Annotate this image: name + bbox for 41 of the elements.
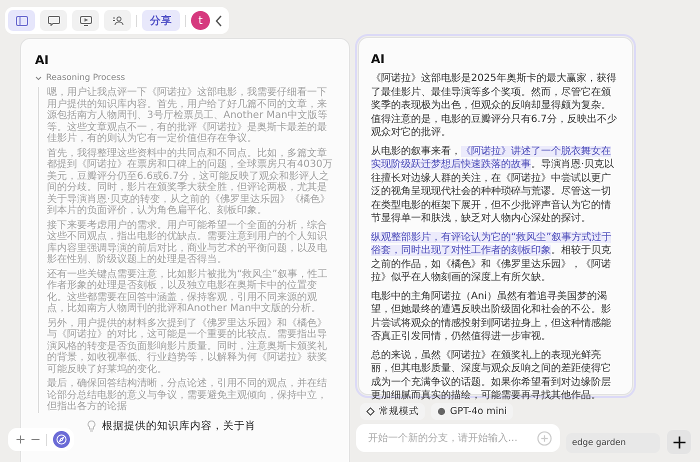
toolbar-button[interactable] [104,10,131,31]
toolbar-button[interactable] [40,10,67,31]
plus-icon [16,435,25,444]
card-title: AI [35,53,50,67]
chevron-icon [35,76,42,80]
mode-chip[interactable]: 常规模式 [360,403,425,420]
branch-input[interactable]: 开始一个新的分支，请开始输入... [356,424,560,452]
add-button[interactable] [667,430,691,454]
diamond-icon [366,407,375,416]
reasoning-paragraph: 最后，确保回答结构清晰，分点论述，引用不同的观点，并在结论部分总结电影的意义与争议，需要避免主观倾向，保持中立，但指出各方的论据 [47,378,328,412]
reasoning-paragraph: 接下来要考虑用户的需求。用户可能希望一个全面的分析，综合这些不同观点，指出电影的优缺点。需要注意到用户的个人知识库内容里强调导演的前后对比，商业与艺术的平衡问题，以及电影在性别、阶级议题上的处理是否得当。 [47,220,328,266]
toolbar-button[interactable] [72,10,99,31]
reasoning-paragraph: 还有一些关键点需要注意，比如影片被批为“救风尘”叙事，性工作者形象的处理是否刻板，以及独立电影在奥斯卡中的位置变化。这些都需要在回答中涵盖，保持客观，引用不同来源的观点，比如南方人物周刊的批评和Another Man中文版的分析。 [47,268,328,314]
answer-paragraph: 从电影的叙事来看，《阿诺拉》讲述了一个脱衣舞女在实现阶级跃迁梦想后快速跌落的故事。导演肖恩·贝克以往擅长对边缘人群的关注，在《阿诺拉》中尝试以更广泛的视角呈现现代社会的种种琐碎与荒谬。尽管这一切在类型电影的框架下展开，但不少批评声音认为它的情节显得单一和肤浅，缺乏对人物内心深处的探讨。 [371,144,616,226]
reasoning-paragraph: 嗯，用户让我点评一下《阿诺拉》这部电影，我需要仔细看一下用户提供的知识库内容。首先，用户给了好几篇不同的文章，来源包括南方人物周刊、3号厅检票员工、Another Man中文版等等。这些文章观点不一，有的批评《阿诺拉》是奥斯卡最差的最佳影片，有的则认为它有一定价值但存在争议。 [47,87,328,144]
people-icon [112,16,124,26]
card-title: AI [371,52,386,66]
answer-paragraph: 《阿诺拉》这部电影是2025年奥斯卡的最大赢家，获得了最佳影片、最佳导演等多个奖项。然而，尽管它在颁奖季的表现极为出色，但观众的反响却显得颇为复杂。值得注意的是，电影的豆瓣评分只有6.7分，反映出不少观众对它的批评。 [371,72,618,140]
answer-paragraph: 电影中的主角阿诺拉（Ani）虽然有着追寻美国梦的渴望，但她最终的遭遇反映出阶级固化和社会的不公。影片尝试将观众的情感投射到阿诺拉身上，但这种情感能否真正引发同情，仍然值得进一步审视。 [371,290,612,344]
plus-icon [672,436,686,448]
sidebar-icon [16,16,28,26]
reasoning-paragraph: 另外，用户提供的材料多次提到了《佛罗里达乐园》和《橘色》与《阿诺拉》的对比，这可能是一个重要的比较点。需要指出导演风格的转变是否负面影响影片质量。同时，注意奥斯卡颁奖礼的背景，如收视率低、行业趋势等，以解释为何《阿诺拉》获奖可能反映了好莱坞的变化。 [47,318,328,375]
model-icon [437,407,446,416]
chevron-left-icon [215,14,223,26]
compass-icon [56,434,67,445]
zoom-in-button[interactable] [16,435,25,444]
answer-paragraph: 纵观整部影片，有评论认为它的“救风尘”叙事方式过于俗套，同时出现了对性工作者的刻板印象。相较于贝克之前的作品，如《橘色》和《佛罗里达乐园》，《阿诺拉》似乎在人物刻画的深度上有所欠缺。 [371,230,612,284]
share-button[interactable]: 分享 [142,10,180,31]
back-button[interactable] [215,14,223,26]
toolbar-button[interactable] [8,10,35,31]
screen-icon [80,16,92,26]
source-chip[interactable]: edge garden [566,433,660,453]
mode-chip[interactable]: GPT-4o mini [431,403,513,420]
reasoning-paragraph: 首先，我得整理这些资料中的共同点和不同点。比如，多篇文章都提到《阿诺拉》在票房和口碑上的问题，全球票房只有4030万美元，豆瓣评分仍至6.6或6.7分，这可能反映了观众和影评人之间的分歧。同时，影片在颁奖季大获全胜，但评论两极，尤其是关于导演肖恩·贝克的转变，从之前的《佛罗里达乐园》《橘色》到本片的负面评价，认为角色扁平化、刻板印象。 [47,148,334,216]
answer-paragraph: 总的来说，虽然《阿诺拉》在颁奖礼上的表现光鲜亮丽，但其电影质量、深度与观众反响之间的差距使得它成为一个充满争议的话题。如果你希望看到对边缘阶层更加细腻而真实的描绘，可能需要再寻找其他作品。 [371,348,612,402]
chip-label: GPT-4o mini [450,406,507,417]
chat-icon [48,16,60,26]
chip-label: 常规模式 [379,405,419,418]
answer-text: 根据提供的知识库内容，关于肖 [102,418,256,432]
user-avatar[interactable]: t [191,11,210,30]
compass-button[interactable] [53,431,70,448]
